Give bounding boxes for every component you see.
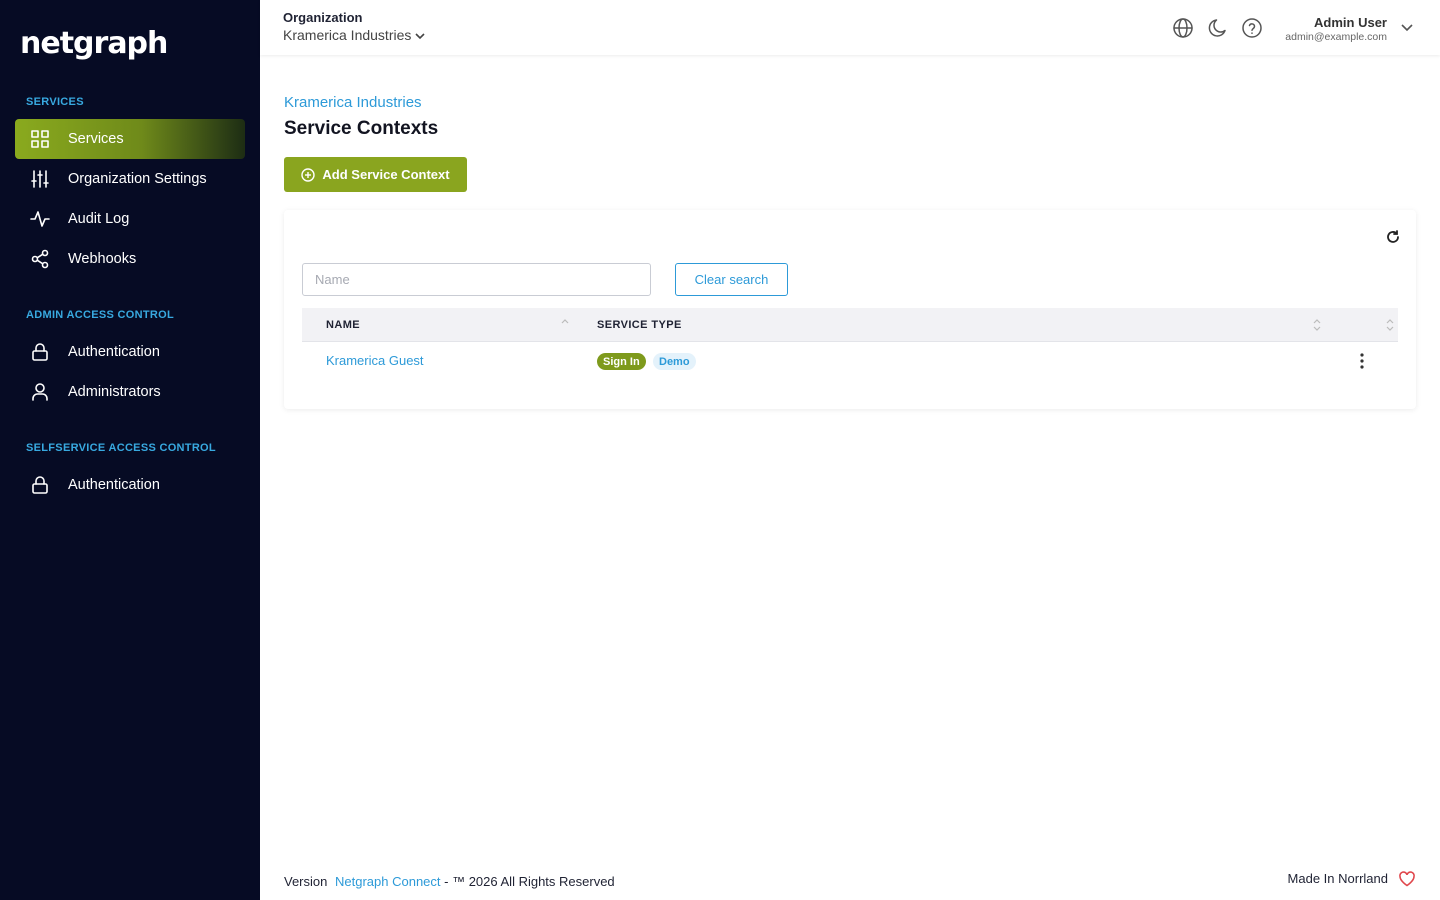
page-title: Service Contexts [284,118,439,139]
section-title-admin-access-control: ADMIN ACCESS CONTROL [26,309,174,321]
organization-selector[interactable]: Kramerica Industries [283,27,426,43]
top-header: Organization Kramerica Industries Admin … [260,0,1440,55]
service-context-name-link[interactable]: Kramerica Guest [326,353,424,368]
sidebar-item-label: Organization Settings [68,171,207,187]
service-contexts-card: Clear search NAME SERVICE TYPE Kramerica… [284,210,1416,409]
add-service-context-label: Add Service Context [322,167,450,182]
section-title-services: SERVICES [26,96,84,108]
name-search-input[interactable] [302,263,651,296]
clear-search-button[interactable]: Clear search [675,263,788,296]
section-title-selfservice-access-control: SELFSERVICE ACCESS CONTROL [26,442,216,454]
demo-badge: Demo [653,353,696,370]
sidebar-item-webhooks[interactable]: Webhooks [15,239,245,279]
organization-value: Kramerica Industries [283,27,412,43]
made-in-text: Made In Norrland [1287,871,1388,886]
sort-icon[interactable] [560,317,570,333]
user-icon [30,382,50,402]
more-options-icon[interactable] [1354,352,1370,370]
lock-icon [30,342,50,362]
footer-version: Version Netgraph Connect - ™ 2026 All Ri… [284,874,615,889]
chevron-down-icon[interactable] [1400,20,1414,34]
user-email: admin@example.com [1285,31,1387,43]
sort-icon[interactable] [1312,317,1322,333]
organization-label: Organization [283,10,363,25]
sign-in-badge: Sign In [597,353,646,370]
table-row: Kramerica Guest Sign In Demo [302,342,1398,380]
add-service-context-button[interactable]: Add Service Context [284,157,467,192]
sidebar-item-label: Audit Log [68,211,130,227]
sidebar-item-audit-log[interactable]: Audit Log [15,199,245,239]
globe-icon[interactable] [1172,17,1194,39]
chevron-down-icon [415,33,425,40]
activity-icon [30,209,50,229]
column-header-service-type[interactable]: SERVICE TYPE [597,319,682,331]
sidebar-item-label: Administrators [68,384,161,400]
sidebar-item-selfservice-authentication[interactable]: Authentication [15,465,245,505]
sidebar-item-label: Authentication [68,477,160,493]
version-label: Version [284,874,328,889]
column-header-name[interactable]: NAME [326,319,360,331]
sidebar-item-label: Authentication [68,344,160,360]
table-header: NAME SERVICE TYPE [302,308,1398,342]
breadcrumb[interactable]: Kramerica Industries [284,94,422,111]
rights-text: - ™ 2026 All Rights Reserved [444,874,615,889]
heart-icon [1398,870,1416,888]
sidebar-item-label: Webhooks [68,251,137,267]
sort-icon[interactable] [1385,317,1395,333]
sidebar-item-administrators[interactable]: Administrators [15,372,245,412]
share-icon [30,249,50,269]
lock-icon [30,475,50,495]
netgraph-connect-link[interactable]: Netgraph Connect [335,874,441,889]
plus-circle-icon [301,167,316,182]
refresh-icon[interactable] [1386,230,1400,244]
sliders-icon [30,169,50,189]
grid-icon [30,129,50,149]
sidebar-item-label: Services [68,131,124,147]
sidebar-item-organization-settings[interactable]: Organization Settings [15,159,245,199]
moon-icon[interactable] [1207,17,1229,39]
user-name[interactable]: Admin User [1314,15,1387,30]
sidebar: netgraph SERVICES Services Organization … [0,0,260,900]
sidebar-item-admin-authentication[interactable]: Authentication [15,332,245,372]
netgraph-logo[interactable]: netgraph [20,26,168,61]
help-icon[interactable] [1241,17,1263,39]
sidebar-item-services[interactable]: Services [15,119,245,159]
